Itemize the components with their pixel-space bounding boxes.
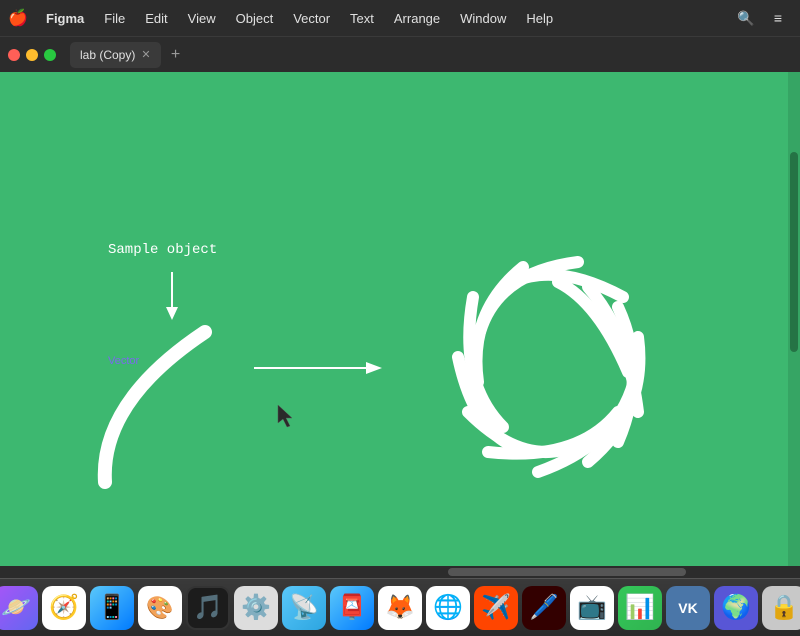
dock-appstore[interactable]: 📱 [90, 586, 134, 630]
help-menu[interactable]: Help [516, 0, 563, 36]
vector-menu[interactable]: Vector [283, 0, 340, 36]
dock-app16[interactable]: 🌍 [714, 586, 758, 630]
dock-sysprefs[interactable]: ⚙️ [234, 586, 278, 630]
canvas: Sample object Vector [0, 72, 800, 566]
dock-firefox[interactable]: 🦊 [378, 586, 422, 630]
tab-close-button[interactable]: ✕ [141, 48, 150, 61]
menubar-left: 🍎 Figma File Edit View Object Vector Tex… [0, 0, 563, 36]
scrollbar-bottom[interactable] [0, 566, 800, 578]
dock: 🔍 🪐 🧭 📱 🎨 🎵 ⚙️ 📡 📮 🦊 🌐 ✈️ 🖊️ 📺 📊 VK 🌍 🔒 … [0, 578, 800, 636]
scrollbar-right[interactable] [788, 72, 800, 566]
arrow-down-icon [162, 272, 182, 327]
search-icon[interactable]: 🔍 [732, 4, 760, 32]
dock-preview[interactable]: 📺 [570, 586, 614, 630]
spiral-shape [418, 217, 698, 507]
arrow-right-icon [254, 358, 394, 383]
dock-music[interactable]: 🎵 [186, 586, 230, 630]
scrollbar-thumb-right[interactable] [790, 152, 798, 352]
file-menu[interactable]: File [94, 0, 135, 36]
close-button[interactable] [8, 49, 20, 61]
scrollbar-thumb-bottom[interactable] [448, 568, 686, 576]
new-tab-button[interactable]: + [165, 44, 187, 66]
dock-adobe[interactable]: ✈️ [474, 586, 518, 630]
view-menu[interactable]: View [178, 0, 226, 36]
dock-figma[interactable]: 🎨 [138, 586, 182, 630]
dock-safari[interactable]: 🧭 [42, 586, 86, 630]
menu-icon[interactable]: ≡ [764, 4, 792, 32]
vector-arc [95, 322, 255, 492]
sample-object-label: Sample object [108, 242, 217, 258]
menubar: 🍎 Figma File Edit View Object Vector Tex… [0, 0, 800, 36]
dock-keychain[interactable]: 🔒 [762, 586, 800, 630]
tabbar: lab (Copy) ✕ + [0, 36, 800, 72]
dock-illustrator[interactable]: 🖊️ [522, 586, 566, 630]
cursor-icon [278, 405, 296, 433]
dock-chrome[interactable]: 🌐 [426, 586, 470, 630]
dock-siri[interactable]: 🪐 [0, 586, 38, 630]
maximize-button[interactable] [44, 49, 56, 61]
text-menu[interactable]: Text [340, 0, 384, 36]
dock-telegram[interactable]: 📡 [282, 586, 326, 630]
active-tab[interactable]: lab (Copy) ✕ [70, 42, 161, 68]
object-menu[interactable]: Object [226, 0, 284, 36]
figma-menu[interactable]: Figma [36, 0, 94, 36]
dock-mail[interactable]: 📮 [330, 586, 374, 630]
tab-label: lab (Copy) [80, 48, 135, 62]
window-menu[interactable]: Window [450, 0, 516, 36]
apple-logo[interactable]: 🍎 [0, 0, 36, 36]
menubar-right: 🔍 ≡ [732, 4, 800, 32]
dock-vk[interactable]: VK [666, 586, 710, 630]
dock-numbers[interactable]: 📊 [618, 586, 662, 630]
arrange-menu[interactable]: Arrange [384, 0, 450, 36]
minimize-button[interactable] [26, 49, 38, 61]
edit-menu[interactable]: Edit [135, 0, 177, 36]
window-controls [8, 49, 56, 61]
